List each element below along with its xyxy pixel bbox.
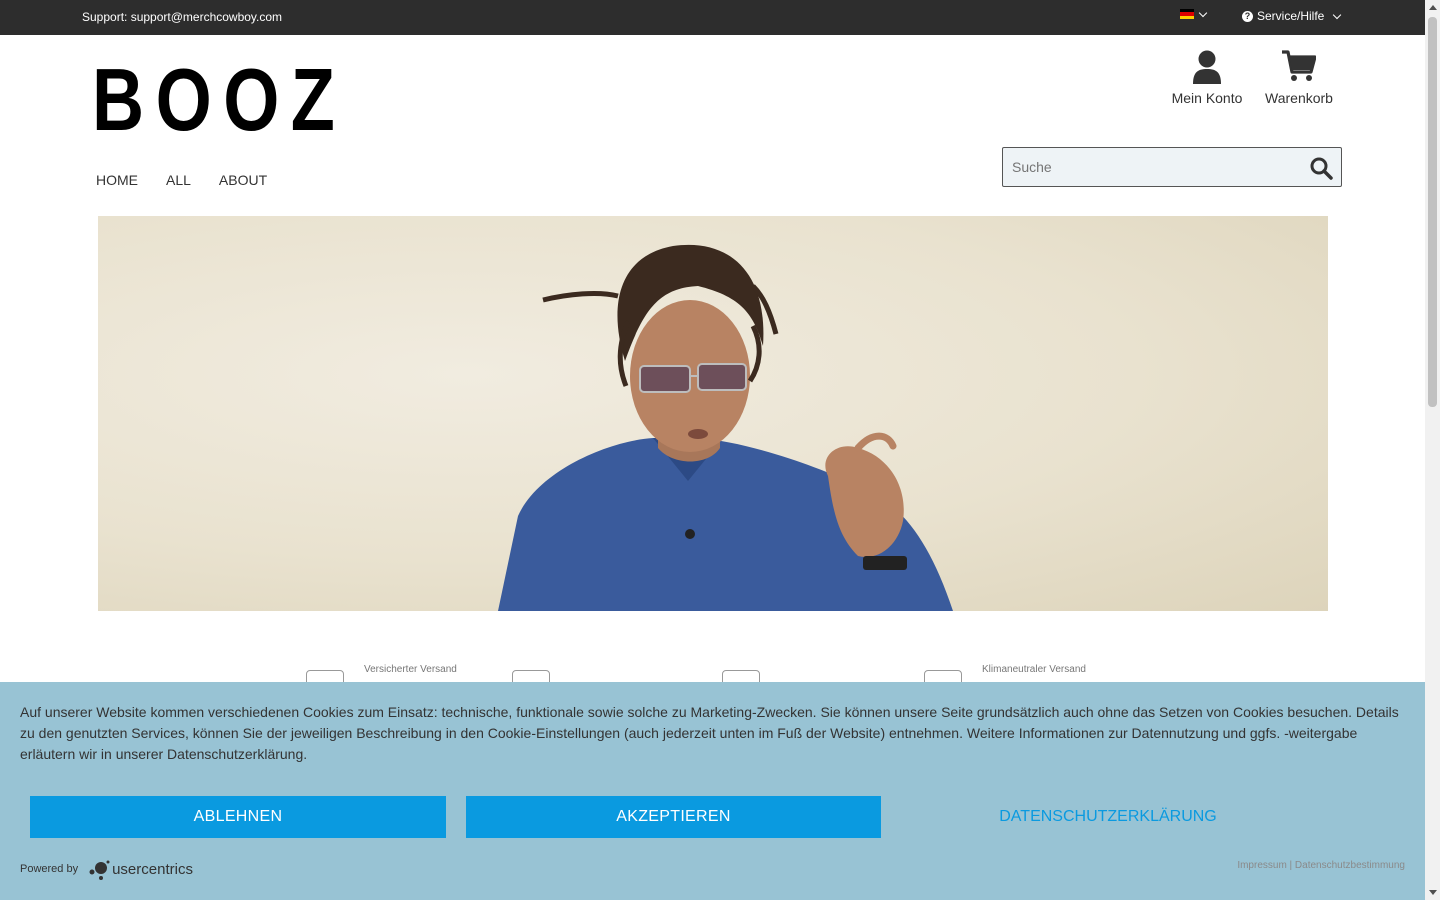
shopping-cart-icon: [1282, 50, 1316, 81]
scroll-down-arrow-icon[interactable]: [1429, 890, 1437, 895]
decline-button[interactable]: ABLEHNEN: [30, 796, 446, 838]
cookie-text: Auf unserer Website kommen verschiedenen…: [20, 704, 1399, 762]
site-logo[interactable]: BOOZ: [92, 56, 346, 144]
question-icon: ?: [1242, 10, 1253, 22]
german-flag-icon: [1180, 9, 1194, 19]
usercentrics-logo[interactable]: usercentrics: [88, 858, 193, 880]
scrollbar[interactable]: [1425, 0, 1440, 900]
scrollbar-thumb[interactable]: [1428, 17, 1437, 407]
support-contact[interactable]: Support: support@merchcowboy.com: [82, 10, 282, 24]
main-navigation: HOME ALL ABOUT: [96, 172, 267, 188]
search-input[interactable]: [1003, 148, 1303, 186]
cart-label: Warenkorb: [1265, 90, 1333, 106]
nav-item-all[interactable]: ALL: [166, 172, 191, 188]
scroll-up-arrow-icon[interactable]: [1429, 5, 1437, 10]
cart-button[interactable]: Warenkorb: [1262, 50, 1336, 106]
banner-footer-links: Impressum | Datenschutzbestimmung: [1237, 860, 1405, 871]
top-bar: Support: support@merchcowboy.com ? Servi…: [0, 0, 1425, 35]
search-icon[interactable]: [1309, 156, 1333, 180]
powered-by: Powered by usercentrics: [20, 858, 193, 880]
feature-label: Klimaneutraler Versand: [982, 664, 1086, 675]
privacy-policy-link[interactable]: DATENSCHUTZERKLÄRUNG: [900, 796, 1316, 838]
service-help-menu[interactable]: ? Service/Hilfe: [1242, 9, 1342, 23]
user-icon: [1193, 50, 1221, 84]
cookie-banner: Auf unserer Website kommen verschiedenen…: [0, 682, 1425, 900]
powered-by-label: Powered by: [20, 863, 79, 875]
nav-item-about[interactable]: ABOUT: [219, 172, 267, 188]
account-button[interactable]: Mein Konto: [1168, 50, 1246, 106]
nav-item-home[interactable]: HOME: [96, 172, 138, 188]
chevron-down-icon: [1198, 8, 1208, 17]
chevron-down-icon: [1333, 10, 1342, 19]
usercentrics-brand: usercentrics: [112, 860, 193, 878]
service-help-label: Service/Hilfe: [1257, 9, 1325, 23]
imprint-privacy-links[interactable]: Impressum | Datenschutzbestimmung: [1237, 860, 1405, 871]
hero-banner[interactable]: [98, 216, 1328, 611]
accept-button[interactable]: AKZEPTIEREN: [466, 796, 881, 838]
account-label: Mein Konto: [1171, 90, 1243, 106]
hero-model-image: [498, 244, 953, 611]
feature-label: Versicherter Versand: [364, 664, 457, 675]
usercentrics-dots-icon: [89, 860, 110, 880]
language-selector[interactable]: [1180, 8, 1208, 19]
search-box: [1002, 147, 1342, 187]
